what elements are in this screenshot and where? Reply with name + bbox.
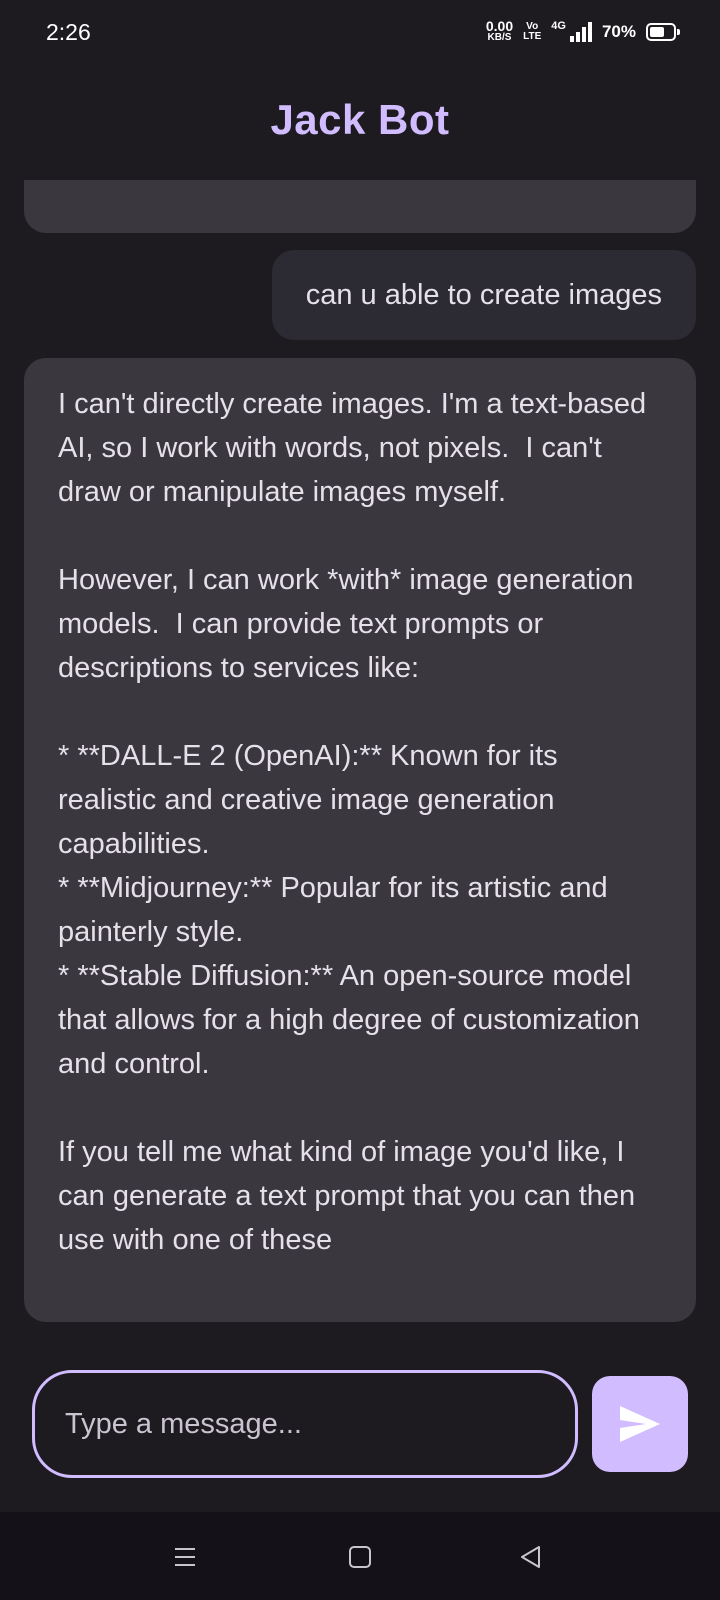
back-button[interactable] [506, 1532, 556, 1582]
network-type: 4G [551, 20, 566, 32]
chat-message-list[interactable]: can u able to create images I can't dire… [0, 180, 720, 1335]
app-title: Jack Bot [270, 96, 450, 143]
square-icon [349, 1546, 371, 1568]
send-icon [620, 1406, 660, 1442]
network-speed: 0.00 KB/S [485, 18, 514, 43]
status-time: 2:26 [46, 19, 91, 45]
message-input[interactable] [32, 1370, 578, 1478]
triangle-back-icon [521, 1546, 540, 1568]
battery-icon [646, 23, 680, 41]
network-speed-unit: KB/S [487, 32, 512, 43]
signal-icon [569, 22, 592, 42]
battery-level-fill [650, 27, 665, 37]
menu-icon [175, 1548, 195, 1566]
home-button[interactable] [335, 1532, 385, 1582]
recents-button[interactable] [160, 1532, 210, 1582]
battery-percentage: 70% [601, 22, 636, 41]
network-speed-value: 0.00 [485, 18, 514, 34]
bot-message-bubble: I can't directly create images. I'm a te… [24, 358, 696, 1322]
system-navigation-bar [0, 1512, 720, 1600]
status-icons: 0.00 KB/S Vo LTE 4G 70% [485, 18, 680, 46]
volte-bottom: LTE [523, 31, 542, 42]
bot-message-bubble-previous [24, 180, 696, 233]
send-button[interactable] [592, 1376, 688, 1472]
message-composer [0, 1336, 720, 1486]
status-bar: 2:26 0.00 KB/S Vo LTE 4G 70% [0, 0, 720, 66]
volte-indicator: Vo LTE [523, 22, 541, 42]
user-message-bubble: can u able to create images [271, 250, 696, 340]
